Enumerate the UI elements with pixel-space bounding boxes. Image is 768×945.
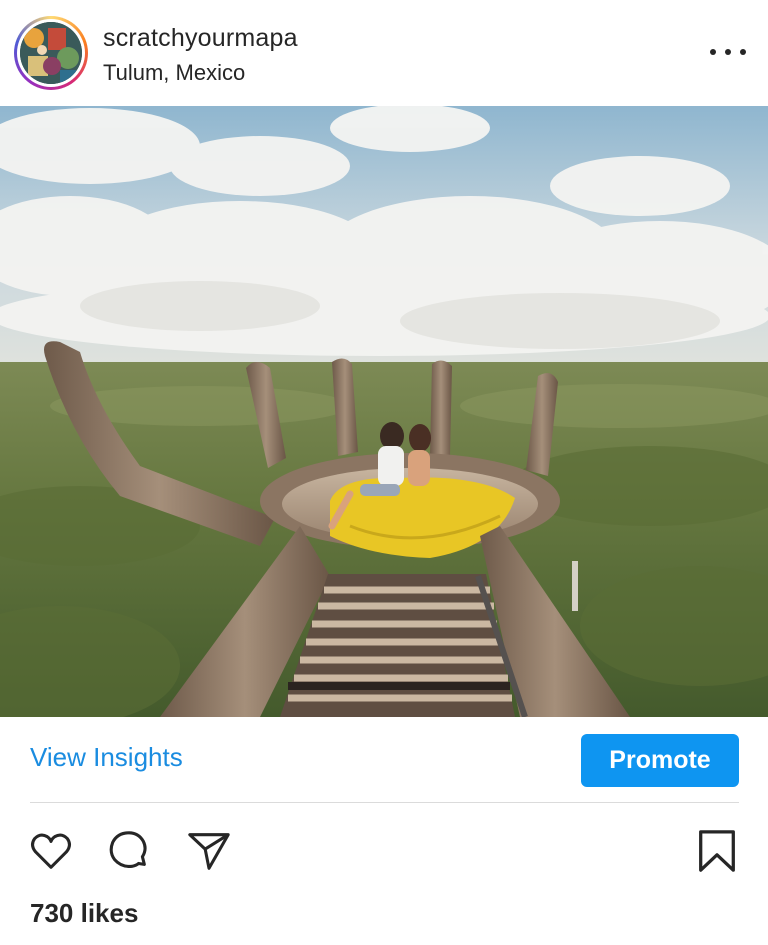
- avatar-image: [20, 22, 82, 84]
- post-header: scratchyourmapa Tulum, Mexico: [0, 0, 768, 106]
- heart-icon[interactable]: [28, 828, 74, 874]
- paper-plane-icon[interactable]: [186, 828, 232, 874]
- promote-button[interactable]: Promote: [581, 734, 739, 787]
- likes-count[interactable]: 730 likes: [30, 898, 138, 929]
- comment-icon[interactable]: [106, 828, 152, 874]
- divider: [30, 802, 739, 803]
- bookmark-icon[interactable]: [694, 828, 740, 874]
- post-photo[interactable]: [0, 106, 768, 717]
- username[interactable]: scratchyourmapa: [103, 24, 298, 53]
- view-insights-link[interactable]: View Insights: [30, 742, 183, 773]
- more-options-icon[interactable]: [710, 38, 746, 66]
- avatar[interactable]: [14, 16, 88, 90]
- location[interactable]: Tulum, Mexico: [103, 60, 245, 86]
